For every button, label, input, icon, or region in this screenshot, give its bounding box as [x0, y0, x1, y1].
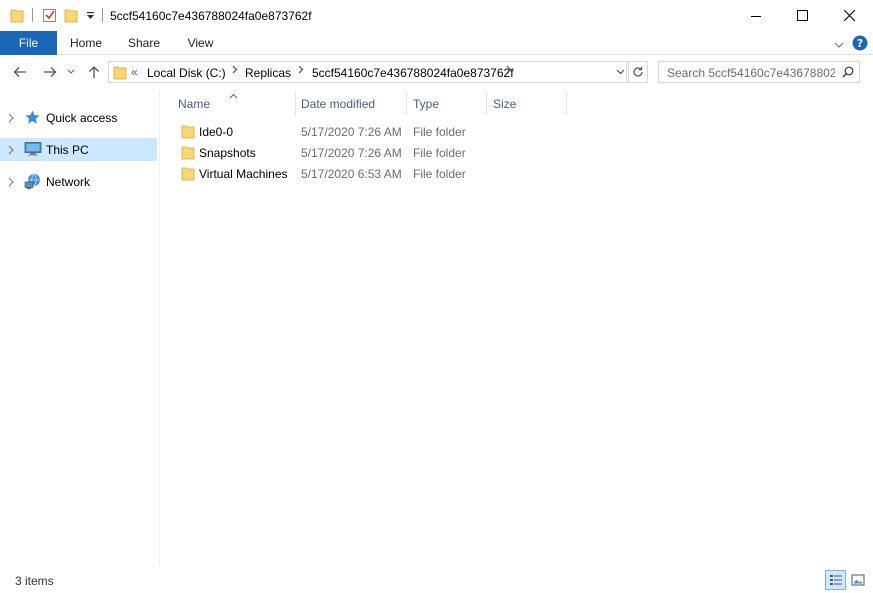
close-button[interactable]	[826, 0, 872, 31]
properties-icon[interactable]	[42, 7, 57, 26]
minimize-button[interactable]	[733, 0, 779, 31]
folder-icon	[10, 7, 24, 26]
title-separator-2	[102, 8, 103, 22]
nav-item-this-pc[interactable]: This PC	[0, 138, 157, 161]
nav-item-network[interactable]: Network	[0, 170, 157, 193]
tab-home[interactable]: Home	[63, 31, 109, 55]
column-header-label: Type	[413, 97, 440, 111]
address-history-dropdown[interactable]	[612, 61, 629, 83]
up-button[interactable]	[84, 62, 104, 82]
close-icon	[843, 10, 855, 21]
maximize-button[interactable]	[779, 0, 825, 31]
file-date: 5/17/2020 6:53 AM	[301, 167, 402, 181]
tab-file[interactable]: File	[0, 31, 57, 55]
status-bar: 3 items	[0, 566, 873, 593]
file-name: Virtual Machines	[199, 167, 288, 181]
forward-arrow-icon	[44, 67, 57, 77]
chevron-right-icon[interactable]	[8, 176, 14, 190]
column-header-label: Size	[493, 97, 517, 111]
file-row[interactable]: Virtual Machines 5/17/2020 6:53 AM File …	[160, 163, 630, 184]
nav-item-quick-access[interactable]: Quick access	[0, 106, 157, 129]
search-input[interactable]: Search 5ccf54160c7e43678802...	[658, 61, 860, 83]
title-separator	[32, 8, 33, 22]
chevron-right-icon[interactable]	[506, 65, 512, 77]
up-arrow-icon	[89, 66, 99, 78]
chevron-right-icon[interactable]	[232, 65, 238, 77]
chevron-right-icon[interactable]	[298, 65, 304, 77]
details-view-button[interactable]	[825, 570, 846, 590]
column-divider[interactable]	[566, 91, 567, 116]
svg-text:?: ?	[857, 37, 863, 50]
maximize-icon	[796, 10, 808, 21]
column-header-date-modified[interactable]: Date modified	[295, 91, 406, 116]
file-date: 5/17/2020 7:26 AM	[301, 146, 402, 160]
file-name: Ide0-0	[199, 125, 234, 139]
file-row[interactable]: Snapshots 5/17/2020 7:26 AM File folder	[160, 142, 630, 163]
expand-ribbon-icon[interactable]	[834, 38, 844, 52]
file-row[interactable]: Ide0-0 5/17/2020 7:26 AM File folder	[160, 121, 630, 142]
column-header-name[interactable]: Name	[172, 91, 295, 116]
file-date: 5/17/2020 7:26 AM	[301, 125, 402, 139]
large-icons-view-button[interactable]	[847, 570, 868, 590]
forward-button[interactable]	[40, 62, 60, 82]
nav-label: Quick access	[46, 111, 118, 125]
chevron-down-icon	[67, 69, 75, 74]
search-icon[interactable]	[842, 66, 854, 81]
folder-icon	[113, 64, 127, 83]
ribbon-tabs: File Home Share View ?	[0, 31, 873, 55]
help-icon[interactable]: ?	[852, 35, 868, 54]
back-button[interactable]	[10, 62, 30, 82]
item-count: 3 items	[15, 574, 54, 588]
minimize-icon	[751, 15, 761, 17]
tab-view[interactable]: View	[179, 31, 222, 55]
breadcrumb-local-disk[interactable]: Local Disk (C:)	[147, 66, 226, 80]
breadcrumb-replicas[interactable]: Replicas	[245, 66, 291, 80]
folder-icon	[181, 124, 195, 142]
column-header-size[interactable]: Size	[487, 91, 566, 116]
chevron-right-icon[interactable]	[8, 112, 14, 126]
nav-label: Network	[46, 175, 91, 189]
search-placeholder: Search 5ccf54160c7e43678802...	[667, 66, 835, 80]
overflow-crumb[interactable]: «	[131, 65, 138, 79]
file-name: Snapshots	[199, 146, 256, 160]
new-folder-icon[interactable]	[64, 7, 78, 26]
address-bar[interactable]: « Local Disk (C:) Replicas 5ccf54160c7e4…	[108, 61, 627, 83]
network-icon	[24, 173, 42, 193]
recent-locations-button[interactable]	[64, 62, 78, 82]
file-type: File folder	[413, 146, 466, 160]
column-header-label: Name	[178, 97, 211, 111]
breadcrumb-current-folder[interactable]: 5ccf54160c7e436788024fa0e873762f	[312, 66, 514, 80]
column-header-label: Date modified	[301, 97, 376, 111]
star-icon	[24, 109, 41, 129]
details-view-icon	[829, 575, 842, 585]
refresh-icon	[633, 66, 643, 77]
column-header-type[interactable]: Type	[407, 91, 486, 116]
title-bar: 5ccf54160c7e436788024fa0e873762f	[0, 0, 873, 31]
tab-share[interactable]: Share	[121, 31, 167, 55]
refresh-button[interactable]	[628, 61, 648, 83]
window-title: 5ccf54160c7e436788024fa0e873762f	[110, 9, 312, 23]
file-type: File folder	[413, 125, 466, 139]
computer-icon	[24, 141, 42, 160]
chevron-down-icon	[616, 69, 624, 75]
back-arrow-icon	[13, 67, 26, 77]
nav-label: This PC	[46, 143, 89, 157]
folder-icon	[181, 145, 195, 163]
customize-quick-access-icon[interactable]	[86, 10, 95, 24]
chevron-right-icon[interactable]	[8, 144, 14, 158]
file-type: File folder	[413, 167, 466, 181]
folder-icon	[181, 166, 195, 184]
navigation-pane: Quick access This PC Network	[0, 90, 160, 566]
large-icons-view-icon	[851, 574, 864, 586]
